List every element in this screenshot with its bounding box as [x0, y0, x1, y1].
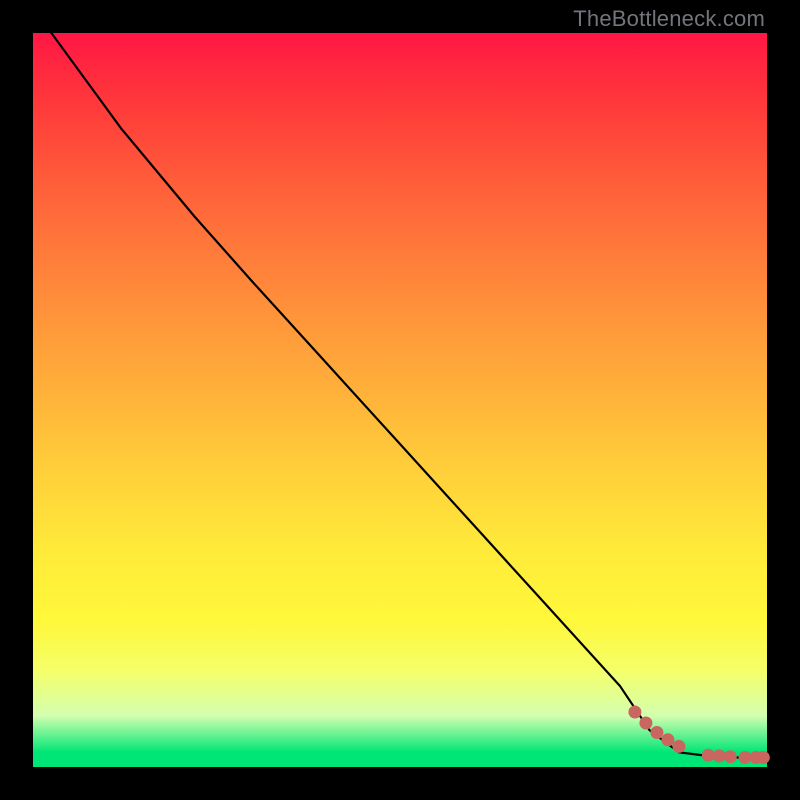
- chart-canvas: TheBottleneck.com: [0, 0, 800, 800]
- scatter-dot: [757, 751, 770, 764]
- scatter-dot: [724, 750, 737, 763]
- scatter-dot: [628, 706, 641, 719]
- scatter-dot: [639, 717, 652, 730]
- scatter-dot: [672, 740, 685, 753]
- curve-path: [51, 33, 763, 758]
- scatter-dot: [661, 733, 674, 746]
- watermark-text: TheBottleneck.com: [573, 6, 765, 32]
- scatter-dot: [650, 726, 663, 739]
- chart-overlay: [33, 33, 767, 767]
- curve-series: [51, 33, 763, 758]
